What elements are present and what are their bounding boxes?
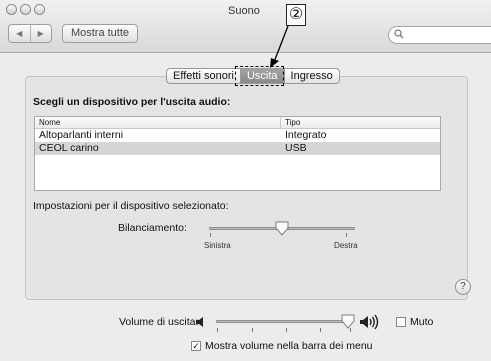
balance-tick-left [210, 233, 211, 237]
device-type: Integrato [285, 129, 327, 141]
device-name: CEOL carino [39, 142, 99, 154]
help-button[interactable]: ? [455, 279, 471, 295]
show-volume-checkbox[interactable]: ✓ [191, 341, 201, 351]
callout-arrow-icon [270, 25, 289, 68]
device-type: USB [285, 142, 307, 154]
balance-right-label: Destra [334, 241, 358, 250]
column-header-type[interactable]: Tipo [281, 117, 440, 128]
volume-tick [217, 328, 218, 332]
balance-label: Bilanciamento: [118, 222, 187, 234]
speaker-quiet-icon [196, 317, 203, 327]
volume-tick [320, 328, 321, 332]
checkmark-icon: ✓ [192, 341, 200, 351]
balance-tick-right [346, 233, 347, 237]
mute-label: Muto [410, 316, 434, 328]
balance-slider-knob[interactable] [275, 221, 289, 236]
device-settings-label: Impostazioni per il dispositivo selezion… [33, 200, 229, 212]
table-row-selected[interactable]: CEOL carino USB [35, 142, 440, 155]
table-row[interactable]: Altoparlanti interni Integrato [35, 129, 440, 142]
mute-checkbox[interactable] [396, 317, 406, 327]
volume-slider-knob[interactable] [341, 314, 355, 329]
output-device-table[interactable]: Nome Tipo Altoparlanti interni Integrato… [34, 116, 441, 191]
volume-slider-track[interactable] [216, 320, 352, 323]
table-header: Nome Tipo [35, 117, 440, 129]
sound-preferences-window: Suono ◀ ▶ Mostra tutte ② Effetti sonori … [0, 0, 491, 361]
volume-tick [252, 328, 253, 332]
balance-left-label: Sinistra [204, 241, 231, 250]
device-name: Altoparlanti interni [39, 129, 124, 141]
show-volume-in-menubar-label: Mostra volume nella barra dei menu [205, 340, 373, 352]
output-volume-label: Volume di uscita: [119, 316, 199, 328]
speaker-loud-icon [360, 314, 379, 330]
output-device-heading: Scegli un dispositivo per l'uscita audio… [33, 96, 231, 108]
volume-tick [286, 328, 287, 332]
column-header-name[interactable]: Nome [35, 117, 281, 128]
